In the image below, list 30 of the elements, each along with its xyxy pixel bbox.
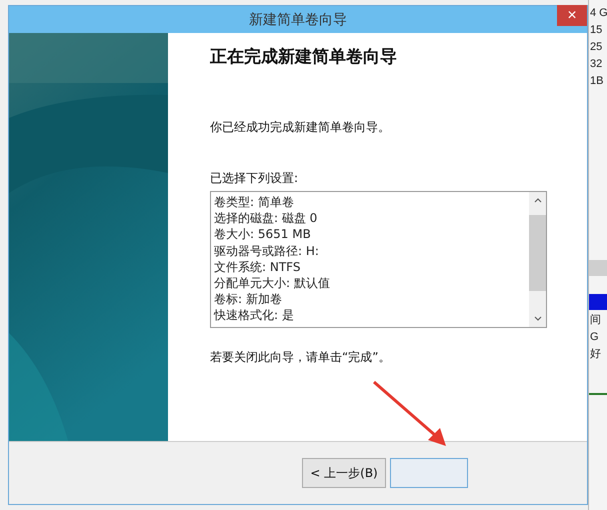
setting-row-text: 卷标: 新加卷 xyxy=(214,291,283,308)
partition-bar xyxy=(589,294,607,310)
setting-row-text: 文件系统: NTFS xyxy=(214,258,302,276)
footer-note: 若要关闭此向导，请单击“完成”。 xyxy=(210,349,392,366)
size-text: 4 G xyxy=(590,6,607,21)
scroll-up-icon[interactable] xyxy=(534,198,542,203)
setting-row-text: 卷类型: 简单卷 xyxy=(214,194,295,210)
scroll-down-icon[interactable] xyxy=(534,316,542,321)
partition-text: 好 xyxy=(590,347,602,362)
finish-button[interactable] xyxy=(390,458,468,488)
partition-text: 间 xyxy=(590,313,602,328)
setting-row-text: 卷大小: 5651 MB xyxy=(214,226,312,243)
size-text: 25 xyxy=(590,40,604,55)
window-title: 新建简单卷向导 xyxy=(249,10,347,28)
setting-row-text: 选择的磁盘: 磁盘 0 xyxy=(214,210,318,226)
setting-row-text: 分配单元大小: 默认值 xyxy=(214,275,331,292)
setting-row-text: 快速格式化: 是 xyxy=(214,307,295,324)
completion-message: 你已经成功完成新建简单卷向导。 xyxy=(210,119,391,136)
size-text: 15 xyxy=(590,23,604,38)
scrollbar[interactable] xyxy=(529,192,546,327)
back-button[interactable]: < 上一步(B) xyxy=(302,458,386,488)
size-text: 32 xyxy=(590,57,604,72)
close-button[interactable]: × xyxy=(557,5,587,26)
setting-row-text: 驱动器号或路径: H: xyxy=(214,242,320,259)
size-text: 1B xyxy=(590,74,604,89)
scroll-thumb[interactable] xyxy=(529,215,546,291)
scrollbar[interactable] xyxy=(589,260,607,276)
wizard-heading: 正在完成新建简单卷向导 xyxy=(210,46,398,69)
partition-text: G xyxy=(590,330,600,345)
settings-label: 已选择下列设置: xyxy=(210,170,300,187)
